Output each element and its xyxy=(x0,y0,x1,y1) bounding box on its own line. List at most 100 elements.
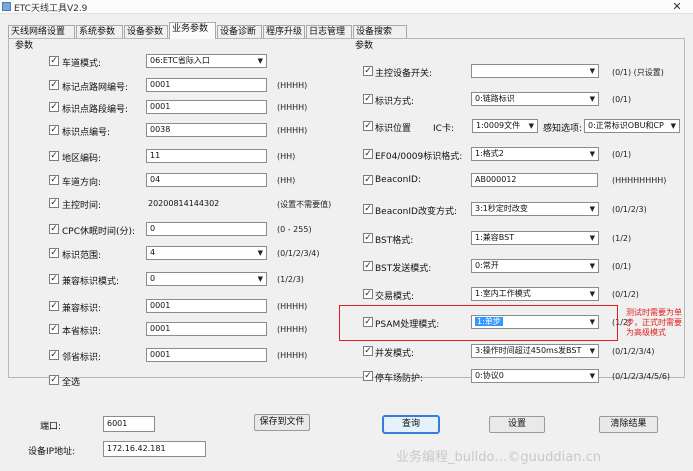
left-label-11: 本省标识: xyxy=(62,327,102,337)
right-field-5[interactable]: 3:1秒定时改变 ▼ xyxy=(471,202,599,216)
left-field-0[interactable]: 06:ETC省际入口 ▼ xyxy=(146,54,267,68)
window-titlebar: ETC天线工具V2.9 ✕ xyxy=(0,0,693,14)
left-checkbox-5[interactable]: ✓ xyxy=(49,175,59,185)
sense-option-select[interactable]: 0:正常标识OBU和CP ▼ xyxy=(584,119,680,133)
left-checkbox-9[interactable]: ✓ xyxy=(49,274,59,284)
left-label-4: 地区编码: xyxy=(62,154,102,164)
port-input[interactable]: 6001 xyxy=(103,416,155,432)
sense-option-label: 感知选项: xyxy=(543,124,583,134)
right-field-8[interactable]: 1:室内工作模式 ▼ xyxy=(471,287,599,301)
left-field-3[interactable]: 0038 xyxy=(146,123,267,137)
chevron-down-icon: ▼ xyxy=(589,262,595,270)
right-checkbox-1[interactable]: ✓ xyxy=(363,94,373,104)
tab-1[interactable]: 系统参数 xyxy=(76,25,123,38)
sense-option-value: 0:正常标识OBU和CP xyxy=(588,121,664,130)
left-field-5[interactable]: 04 xyxy=(146,173,267,187)
tab-4[interactable]: 设备诊断 xyxy=(217,25,262,38)
right-hint-0: (0/1) (只设置) xyxy=(612,68,664,77)
window-title: ETC天线工具V2.9 xyxy=(14,4,88,14)
right-field-value-11: 0:协议0 xyxy=(475,371,504,380)
left-field-value-7: 0 xyxy=(150,224,156,233)
left-checkbox-1[interactable]: ✓ xyxy=(49,80,59,90)
right-field-10[interactable]: 3:操作时间超过450ms发BST ▼ xyxy=(471,344,599,358)
right-checkbox-6[interactable]: ✓ xyxy=(363,233,373,243)
tab-5[interactable]: 程序升级 xyxy=(263,25,305,38)
right-checkbox-10[interactable]: ✓ xyxy=(363,346,373,356)
left-hint-7: (0 - 255) xyxy=(277,225,312,234)
left-field-9[interactable]: 0 ▼ xyxy=(146,272,267,286)
right-label-6: BST格式: xyxy=(375,236,414,246)
watermark-text: 业务编程_bulldo…©guuddian.cn xyxy=(396,450,601,465)
left-label-8: 标识范围: xyxy=(62,251,102,261)
left-field-4[interactable]: 11 xyxy=(146,149,267,163)
device-ip-input[interactable]: 172.16.42.181 xyxy=(103,441,206,457)
left-checkbox-10[interactable]: ✓ xyxy=(49,301,59,311)
right-checkbox-3[interactable]: ✓ xyxy=(363,149,373,159)
right-field-1[interactable]: 0:链路标识 ▼ xyxy=(471,92,599,106)
right-label-7: BST发送模式: xyxy=(375,264,432,274)
right-checkbox-5[interactable]: ✓ xyxy=(363,204,373,214)
device-ip-label: 设备IP地址: xyxy=(28,447,76,457)
right-label-3: EF04/0009标识格式: xyxy=(375,152,463,162)
left-field-12[interactable]: 0001 xyxy=(146,348,267,362)
left-checkbox-3[interactable]: ✓ xyxy=(49,125,59,135)
right-label-8: 交易模式: xyxy=(375,292,415,302)
right-checkbox-7[interactable]: ✓ xyxy=(363,261,373,271)
tab-0[interactable]: 天线网络设置 xyxy=(8,25,75,38)
right-checkbox-0[interactable]: ✓ xyxy=(363,66,373,76)
left-field-value-2: 0001 xyxy=(150,102,171,111)
query-button[interactable]: 查询 xyxy=(382,415,440,434)
left-checkbox-12[interactable]: ✓ xyxy=(49,350,59,360)
psam-highlight-box xyxy=(339,305,618,341)
left-field-value-8: 4 xyxy=(150,248,156,257)
left-field-8[interactable]: 4 ▼ xyxy=(146,246,267,260)
left-checkbox-4[interactable]: ✓ xyxy=(49,151,59,161)
tab-6[interactable]: 日志管理 xyxy=(306,25,352,38)
left-field-11[interactable]: 0001 xyxy=(146,322,267,336)
right-field-0[interactable]: ▼ xyxy=(471,64,599,78)
chevron-down-icon: ▼ xyxy=(589,205,595,213)
left-field-10[interactable]: 0001 xyxy=(146,299,267,313)
left-field-2[interactable]: 0001 xyxy=(146,100,267,114)
right-field-7[interactable]: 0:常开 ▼ xyxy=(471,259,599,273)
left-checkbox-7[interactable]: ✓ xyxy=(49,224,59,234)
tab-7[interactable]: 设备搜索 xyxy=(353,25,407,38)
clear-results-button[interactable]: 清除结果 xyxy=(599,416,658,433)
set-button[interactable]: 设置 xyxy=(489,416,545,433)
right-checkbox-2[interactable]: ✓ xyxy=(363,121,373,131)
left-checkbox-2[interactable]: ✓ xyxy=(49,102,59,112)
right-hint-3: (0/1) xyxy=(612,150,632,159)
tab-2[interactable]: 设备参数 xyxy=(124,25,168,38)
chevron-down-icon: ▼ xyxy=(670,122,676,130)
chevron-down-icon: ▼ xyxy=(589,67,595,75)
window-close-button[interactable]: ✕ xyxy=(663,0,691,14)
tab-3[interactable]: 业务参数 xyxy=(169,22,216,39)
left-field-value-12: 0001 xyxy=(150,350,171,359)
right-checkbox-4[interactable]: ✓ xyxy=(363,175,373,185)
chevron-down-icon: ▼ xyxy=(589,234,595,242)
ic-card-value: 1:0009文件 xyxy=(476,121,521,130)
right-field-4[interactable]: AB000012 xyxy=(471,173,598,187)
left-checkbox-0[interactable]: ✓ xyxy=(49,56,59,66)
left-field-1[interactable]: 0001 xyxy=(146,78,267,92)
right-field-value-3: 1:格式2 xyxy=(475,149,504,158)
right-hint-4: (HHHHHHHH) xyxy=(612,176,667,185)
left-field-7[interactable]: 0 xyxy=(146,222,267,236)
tab-bar: 天线网络设置 系统参数 设备参数 业务参数 设备诊断 程序升级 日志管理 设备搜索 xyxy=(8,22,608,39)
ic-card-select[interactable]: 1:0009文件 ▼ xyxy=(472,119,538,133)
right-hint-6: (1/2) xyxy=(612,234,632,243)
ic-card-label: IC卡: xyxy=(433,124,454,134)
left-hint-8: (0/1/2/3/4) xyxy=(277,249,320,258)
left-field-value-11: 0001 xyxy=(150,324,171,333)
right-checkbox-8[interactable]: ✓ xyxy=(363,289,373,299)
left-hint-12: (HHHH) xyxy=(277,351,308,360)
left-label-7: CPC休眠时间(分): xyxy=(62,227,136,237)
left-checkbox-6[interactable]: ✓ xyxy=(49,198,59,208)
right-field-6[interactable]: 1:兼容BST ▼ xyxy=(471,231,599,245)
chevron-down-icon: ▼ xyxy=(257,249,263,257)
left-checkbox-8[interactable]: ✓ xyxy=(49,248,59,258)
chevron-down-icon: ▼ xyxy=(528,122,534,130)
right-field-3[interactable]: 1:格式2 ▼ xyxy=(471,147,599,161)
left-checkbox-11[interactable]: ✓ xyxy=(49,324,59,334)
save-to-file-button[interactable]: 保存到文件 xyxy=(254,414,310,431)
